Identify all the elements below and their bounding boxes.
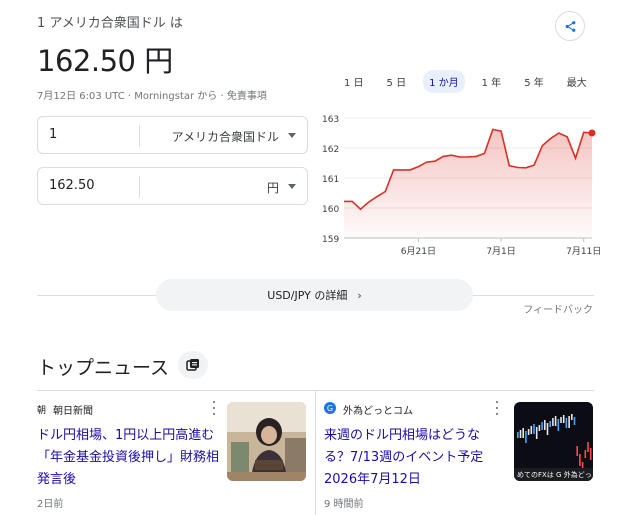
to-currency-select[interactable]: 円 (267, 179, 279, 196)
thumbnail-candle (573, 417, 576, 425)
field-separator (139, 125, 140, 147)
chart-last-point (588, 129, 596, 137)
chevron-right-icon: › (357, 288, 362, 302)
thumbnail-candle (527, 429, 530, 435)
thumbnail-candle (560, 417, 562, 423)
thumbnail-caption: めてのFXは G 外為どっ (517, 470, 592, 479)
y-tick-label: 161 (322, 175, 339, 185)
y-tick-label: 163 (322, 115, 339, 125)
thumbnail-candle (538, 425, 541, 431)
thumbnail-candle (533, 424, 535, 434)
range-tab[interactable]: 1 年 (476, 70, 508, 93)
rate-metadata: 7月12日 6:03 UTC · Morningstar から · 免責事項 (37, 91, 267, 102)
publisher-logo-icon: 朝 (37, 406, 47, 416)
x-tick-label: 7月11日 (566, 246, 601, 257)
y-tick-label: 159 (322, 235, 339, 245)
svg-text:G: G (327, 404, 333, 413)
feedback-link[interactable]: フィードバック (523, 301, 593, 316)
thumbnail-candle (554, 416, 557, 426)
news-source: G 外為どっとコム (324, 402, 413, 417)
news-card-divider (315, 391, 316, 515)
rate-chart[interactable]: 159 160 161 162 163 6月21日 7月1日 7月11日 (316, 108, 604, 260)
chart-area-fill (344, 129, 592, 238)
thumbnail-candle (522, 428, 524, 438)
thumbnail-candle (587, 442, 589, 452)
thumbnail-candle (576, 446, 578, 456)
more-vert-icon[interactable] (209, 401, 219, 415)
more-vert-icon[interactable] (492, 401, 502, 415)
x-tick-label: 7月1日 (486, 246, 515, 257)
news-age: 9 時間前 (324, 499, 364, 510)
range-tab[interactable]: 最大 (561, 70, 593, 93)
from-currency-select[interactable]: アメリカ合衆国ドル (172, 128, 279, 145)
pair-details-label: USD/JPY の詳細 (267, 289, 348, 302)
news-source-name: 外為どっとコム (343, 406, 413, 417)
thumbnail-candle (568, 416, 570, 428)
news-card[interactable]: 朝 朝日新聞 ドル円相場、1円以上円高進む 「年金基金投資後押し」財務相発言後 … (37, 391, 307, 515)
thumbnail-candle (517, 432, 519, 438)
news-headline[interactable]: 来週のドル円相場はどうなる？7/13週のイベント予定 2026年7月12日 (324, 425, 500, 491)
thumbnail-candle (530, 426, 533, 434)
chevron-down-icon[interactable] (288, 133, 296, 138)
x-tick-label: 6月21日 (401, 246, 436, 257)
to-currency-box: 162.50 円 (37, 167, 308, 205)
y-tick-label: 162 (322, 145, 339, 155)
thumbnail-candle (546, 423, 549, 435)
news-card[interactable]: G 外為どっとコム 来週のドル円相場はどうなる？7/13週のイベント予定 202… (324, 391, 594, 515)
thumbnail-candle (589, 448, 592, 460)
thumbnail-candle (535, 427, 538, 439)
top-news-heading: トップニュース (37, 357, 170, 379)
thumbnail-candle (557, 419, 560, 431)
thumbnail-candle (571, 414, 573, 420)
thumbnail-candle (552, 418, 554, 426)
share-icon (565, 20, 575, 32)
range-tab[interactable]: 5 年 (518, 70, 550, 93)
thumbnail-candle (584, 450, 587, 458)
y-tick-label: 160 (322, 205, 339, 215)
from-currency-box: 1 アメリカ合衆国ドル (37, 116, 308, 154)
thumbnail-candle (519, 430, 522, 438)
to-amount-input[interactable]: 162.50 (49, 178, 95, 193)
field-separator (139, 176, 140, 198)
news-age: 2日前 (37, 499, 64, 510)
exchange-rate-value: 162.50 円 (37, 44, 173, 78)
thumbnail-candle (562, 415, 565, 423)
range-tab[interactable]: 1 か月 (423, 70, 465, 93)
chevron-down-icon[interactable] (288, 184, 296, 189)
news-source-name: 朝日新聞 (53, 406, 94, 417)
thumbnail-candle (579, 454, 581, 466)
pair-details-button[interactable]: USD/JPY の詳細 › (156, 279, 473, 311)
conversion-subtitle: 1 アメリカ合衆国ドル は (37, 16, 183, 31)
news-thumbnail[interactable]: めてのFXは G 外為どっ (514, 402, 593, 481)
share-button[interactable] (555, 11, 585, 41)
news-headline[interactable]: ドル円相場、1円以上円高進む 「年金基金投資後押し」財務相発言後 (37, 425, 223, 491)
thumbnail-candle (549, 421, 551, 427)
from-amount-input[interactable]: 1 (49, 127, 57, 142)
range-tab[interactable]: 5 日 (381, 70, 413, 93)
publisher-logo-icon: G (324, 402, 336, 417)
news-thumbnail[interactable] (227, 402, 306, 481)
range-tab[interactable]: 1 日 (338, 70, 370, 93)
news-more-button[interactable] (178, 351, 208, 379)
thumbnail-candle (565, 418, 568, 428)
thumbnail-candle (541, 422, 543, 430)
thumbnail-candle (525, 431, 527, 443)
time-range-tabs: 1 日 5 日 1 か月 1 年 5 年 最大 (338, 70, 604, 93)
thumbnail-candle (544, 420, 546, 430)
news-source: 朝 朝日新聞 (37, 402, 93, 417)
thumbnail-candle (581, 462, 584, 468)
news-stack-icon (186, 359, 199, 371)
